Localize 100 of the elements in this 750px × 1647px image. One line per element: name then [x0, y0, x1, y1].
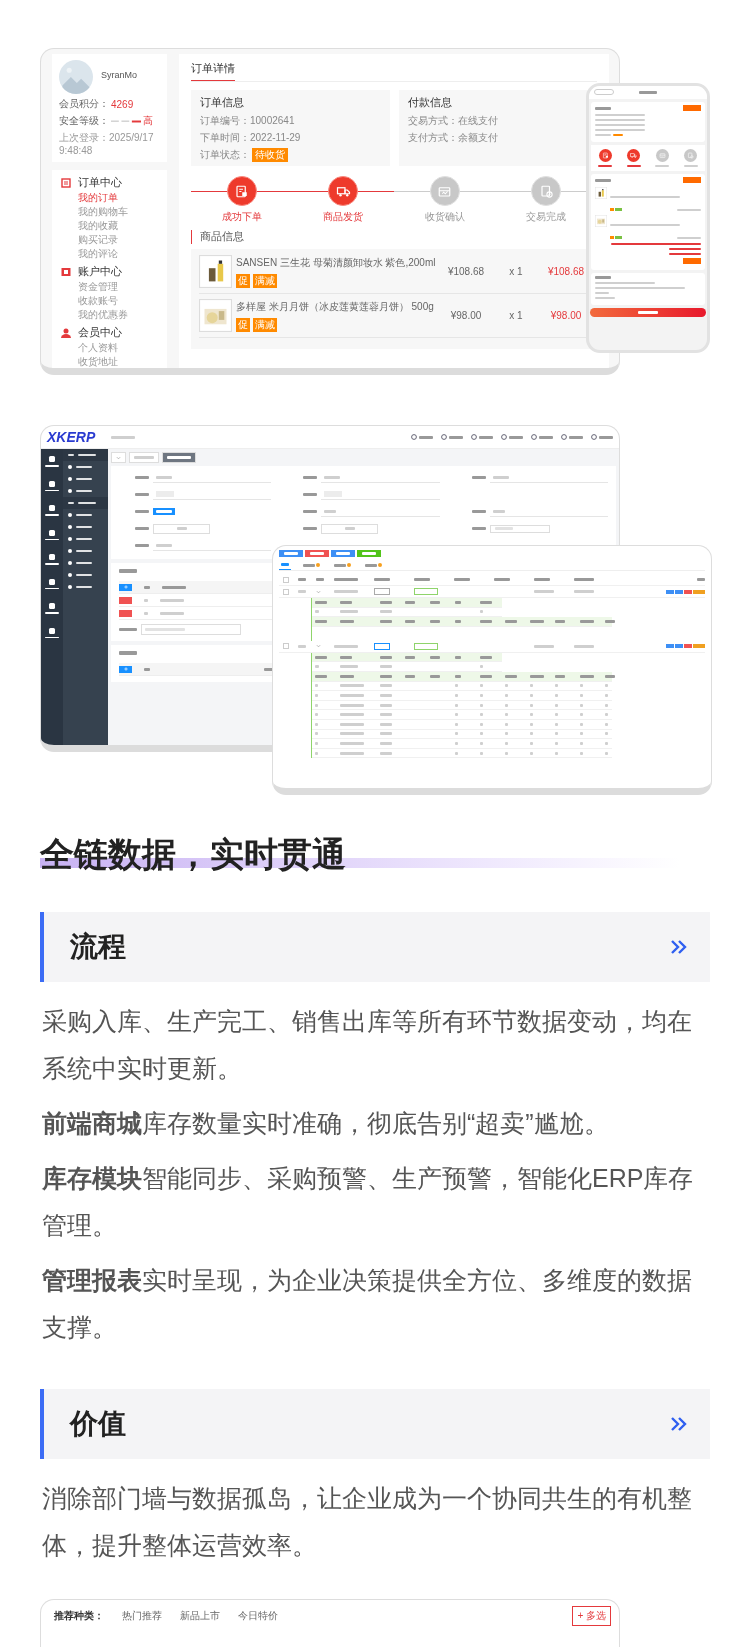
text-line — [677, 236, 701, 239]
text-line — [555, 713, 558, 717]
text-line — [669, 253, 701, 255]
text-line — [455, 684, 458, 688]
section-title: 价值 — [70, 1407, 126, 1441]
person-icon — [61, 328, 71, 338]
text-line — [580, 722, 583, 726]
text-line — [569, 435, 583, 439]
toolbar-icon[interactable] — [411, 434, 417, 440]
text-line — [605, 732, 608, 736]
text-line — [534, 644, 554, 648]
text-line — [471, 510, 486, 513]
text-line — [119, 628, 137, 631]
row-action-button[interactable] — [693, 589, 705, 594]
add-button[interactable] — [119, 665, 132, 673]
text-line — [605, 751, 608, 755]
checkbox[interactable] — [283, 588, 289, 595]
text-line — [509, 435, 523, 439]
text-line — [455, 600, 461, 604]
tab[interactable]: 订单详情 — [191, 59, 235, 81]
delete-button[interactable] — [119, 609, 132, 617]
module-icon[interactable] — [48, 553, 56, 561]
menu-item[interactable]: 收款账号 — [78, 295, 118, 307]
select-field[interactable] — [153, 489, 272, 500]
menu-item[interactable]: 我的订单 — [78, 192, 118, 204]
filter-tab[interactable] — [279, 560, 291, 570]
text-line — [580, 620, 594, 623]
menu-item[interactable]: 个人资料 — [78, 342, 118, 354]
add-button[interactable] — [119, 583, 132, 591]
text-line — [340, 713, 364, 717]
module-icon[interactable] — [48, 602, 56, 610]
category-link[interactable]: 新品上市 — [180, 1609, 220, 1623]
module-icon[interactable] — [48, 626, 56, 635]
text-line — [697, 578, 705, 581]
text-line — [595, 134, 611, 136]
menu-group[interactable] — [63, 449, 108, 461]
module-icon[interactable] — [48, 504, 56, 512]
toolbar-button[interactable] — [305, 550, 329, 557]
text-line — [505, 674, 517, 678]
toolbar-icon[interactable] — [471, 434, 477, 440]
module-icon[interactable] — [48, 577, 56, 586]
module-icon[interactable] — [48, 455, 56, 463]
text-line — [480, 751, 483, 755]
category-link[interactable]: 热门推荐 — [122, 1609, 162, 1623]
plus-icon — [123, 667, 128, 671]
text-line — [455, 674, 461, 678]
page-tab[interactable] — [162, 452, 196, 463]
checkbox[interactable] — [283, 576, 289, 583]
text-line — [530, 674, 544, 678]
toolbar-icon[interactable] — [591, 434, 597, 440]
toolbar-button[interactable] — [331, 550, 355, 557]
toolbar-button[interactable] — [279, 550, 303, 557]
text-line — [340, 684, 364, 688]
user-name: SyranMo — [101, 70, 137, 80]
scan-field[interactable] — [141, 624, 241, 635]
text-line — [316, 578, 324, 581]
text-line — [494, 578, 510, 581]
text-line — [454, 578, 470, 581]
menu-item[interactable]: 我的购物车 — [78, 206, 128, 218]
panel-title: 付款信息 — [407, 96, 453, 110]
text-line — [135, 493, 149, 496]
confirm-button[interactable] — [590, 308, 706, 317]
text-line — [340, 600, 352, 604]
text-line — [380, 693, 392, 697]
delete-button[interactable] — [119, 596, 132, 604]
menu-item[interactable]: 资金管理 — [78, 281, 118, 293]
toolbar-button[interactable] — [357, 550, 381, 557]
menu-item[interactable]: 我的评论 — [78, 248, 118, 260]
text-line — [530, 620, 544, 623]
promo-tag: 满减 — [253, 317, 277, 332]
menu-item[interactable]: 收货地址 — [78, 356, 118, 368]
category-link[interactable]: 今日特价 — [238, 1609, 278, 1623]
menu-item[interactable]: 我的收藏 — [78, 220, 118, 232]
toolbar-icon[interactable] — [561, 434, 567, 440]
step-label: 交易完成 — [526, 210, 567, 224]
module-icon[interactable] — [48, 479, 56, 488]
security-level: 高 — [143, 114, 153, 128]
menu-item[interactable]: 我的优惠券 — [78, 309, 128, 321]
text-line — [419, 435, 433, 439]
text-line — [380, 713, 392, 717]
date-field[interactable] — [489, 524, 550, 533]
toolbar-icon[interactable] — [441, 434, 447, 440]
text-line — [380, 674, 392, 678]
multi-select-button[interactable]: + 多选 — [572, 1606, 611, 1626]
menu-group[interactable] — [63, 497, 108, 509]
menu-item[interactable]: 购买记录 — [78, 234, 118, 246]
row-action-button[interactable] — [693, 644, 705, 649]
text-line — [298, 590, 306, 593]
points-value: 4269 — [111, 98, 134, 110]
toolbar-icon[interactable] — [501, 434, 507, 440]
text-line — [555, 674, 565, 678]
text-line — [480, 655, 492, 659]
promo-tag: 促 — [236, 317, 250, 332]
module-icon[interactable] — [48, 528, 56, 537]
text-line — [555, 722, 558, 726]
select-field[interactable] — [321, 489, 440, 500]
choose-button[interactable] — [153, 508, 175, 515]
toolbar-icon[interactable] — [531, 434, 537, 440]
checkbox[interactable] — [283, 643, 289, 650]
text-line — [580, 703, 583, 707]
